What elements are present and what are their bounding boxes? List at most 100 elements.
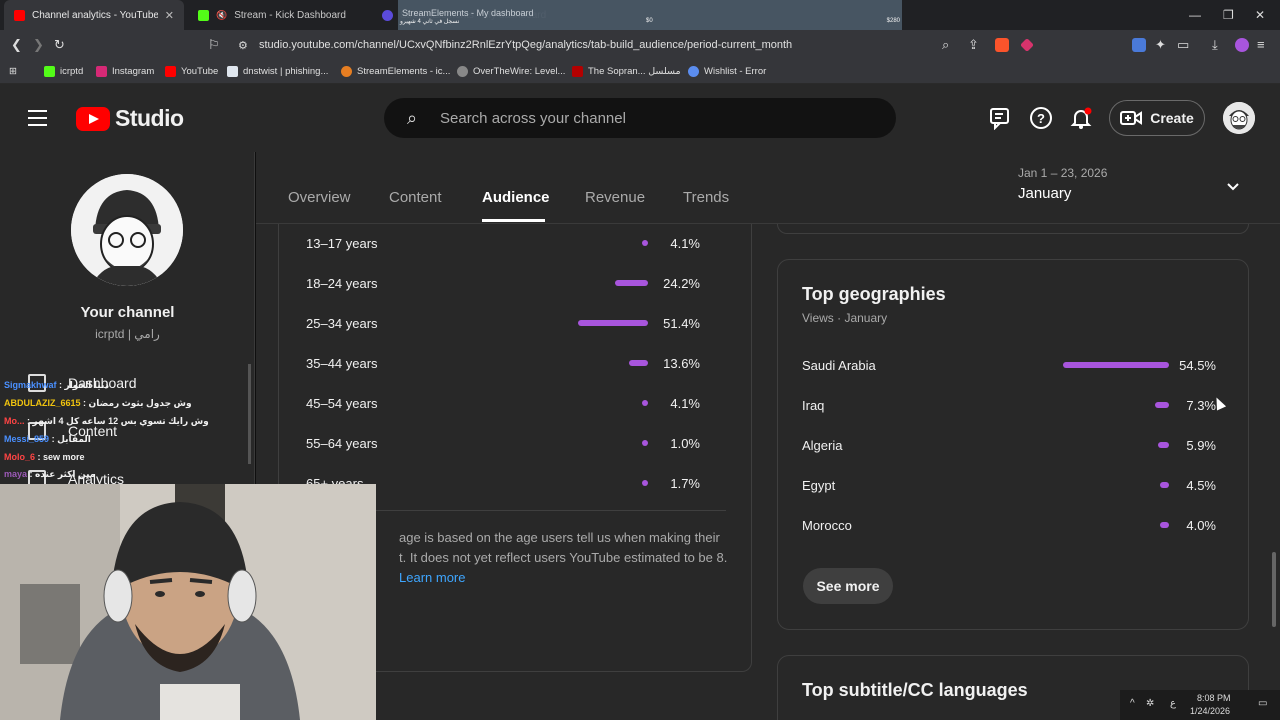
mute-icon[interactable]: 🔇 [216, 10, 227, 21]
back-icon[interactable]: ❮ [11, 37, 22, 53]
age-bar [642, 480, 648, 486]
hamburger-menu-icon[interactable] [28, 110, 47, 126]
chat-text: : المقابل [51, 434, 91, 444]
bookmark-item[interactable]: Instagram [96, 66, 154, 77]
share-icon[interactable]: ⇪ [968, 37, 979, 53]
site-info-icon[interactable]: ⚙ [238, 39, 248, 52]
close-icon[interactable]: ✕ [165, 9, 174, 22]
language-indicator[interactable]: ع [1170, 698, 1176, 709]
age-row: 55–64 years 1.0% [306, 434, 726, 454]
tab-revenue[interactable]: Revenue [585, 189, 645, 206]
brave-shield-icon[interactable] [995, 38, 1009, 52]
youtube-play-icon [76, 106, 110, 131]
age-percentage: 51.4% [663, 316, 700, 331]
age-row: 18–24 years 24.2% [306, 274, 726, 294]
age-note-text: age is based on the age users tell us wh… [399, 530, 728, 565]
webcam-feed [0, 484, 376, 720]
reload-icon[interactable]: ↻ [54, 37, 65, 53]
close-window-icon[interactable]: ✕ [1255, 8, 1265, 22]
forward-icon[interactable]: ❯ [33, 37, 44, 53]
chat-message: Mo... : وش رايك تسوي بس 12 ساعه كل 4 اشه… [4, 416, 209, 427]
search-input[interactable]: Search across your channel [440, 110, 626, 127]
sidebar-icon[interactable]: ▭ [1177, 37, 1189, 53]
brave-rewards-icon[interactable] [1020, 38, 1034, 52]
tab-content[interactable]: Content [389, 189, 442, 206]
feedback-icon[interactable] [989, 106, 1013, 130]
clock-date[interactable]: 1/24/2026 [1190, 706, 1230, 716]
search-bar[interactable]: ⌕ Search across your channel [384, 98, 896, 138]
main-scrollbar[interactable] [1272, 552, 1276, 627]
tab-overview[interactable]: Overview [288, 189, 351, 206]
geography-bar [1160, 522, 1169, 528]
chat-user: Messi_859 [4, 434, 50, 444]
download-icon[interactable]: ⤓ [1212, 37, 1218, 53]
channel-avatar[interactable] [71, 174, 183, 286]
main-content: Overview Content Audience Revenue Trends… [256, 152, 1280, 720]
address-bar-row: ❮ ❯ ↻ ⚐ ⚙ studio.youtube.com/channel/UCx… [0, 30, 1280, 60]
tray-chevron-up-icon[interactable]: ^ [1130, 698, 1135, 709]
geography-bar [1155, 402, 1169, 408]
notification-center-icon[interactable]: ▭ [1258, 698, 1267, 709]
extension-icon[interactable] [1132, 38, 1146, 52]
age-percentage: 13.6% [663, 356, 700, 371]
minimize-icon[interactable]: — [1189, 8, 1201, 22]
chat-text: : مين اكثر عنده [29, 469, 96, 479]
age-bar [642, 240, 648, 246]
account-avatar[interactable] [1223, 102, 1255, 134]
create-button[interactable]: Create [1109, 100, 1205, 136]
studio-logo[interactable]: Studio [76, 105, 184, 132]
bookmark-icon[interactable]: ⚐ [208, 37, 220, 53]
card-title: Top subtitle/CC languages [802, 680, 1028, 700]
tab-trends[interactable]: Trends [683, 189, 729, 206]
bookmark-item[interactable]: icrptd [44, 66, 83, 77]
chat-text: : وش جدول بثوث رمضان [83, 398, 192, 408]
chat-user: Molo_6 [4, 452, 36, 462]
settings-tray-icon[interactable]: ✲ [1146, 698, 1154, 709]
bookmark-item[interactable]: Wishlist - Error [688, 66, 766, 77]
browser-tab-youtube-studio[interactable]: Channel analytics - YouTube Stu ✕ [4, 0, 184, 30]
url-input[interactable]: studio.youtube.com/channel/UCxvQNfbinz2R… [259, 39, 792, 51]
notifications-icon[interactable] [1069, 106, 1093, 130]
browser-tab-kick[interactable]: 🔇 Stream - Kick Dashboard [188, 0, 368, 30]
create-label: Create [1150, 110, 1194, 126]
chat-message: ABDULAZIZ_6615 : وش جدول بثوث رمضان [4, 398, 192, 409]
maximize-icon[interactable]: ❐ [1223, 8, 1234, 22]
help-icon[interactable]: ? [1029, 106, 1053, 130]
learn-more-link[interactable]: Learn more [399, 570, 465, 585]
bookmark-item[interactable]: dnstwist | phishing... [227, 66, 328, 77]
sidebar-scrollbar[interactable] [248, 364, 251, 464]
card-subtitle: Views · January [802, 311, 888, 325]
clock-time[interactable]: 8:08 PM [1197, 693, 1231, 703]
chevron-down-icon[interactable] [1226, 180, 1240, 194]
bookmark-item[interactable]: StreamElements - ic... [341, 66, 450, 77]
svg-text:?: ? [1037, 111, 1045, 126]
country-label: Saudi Arabia [802, 358, 876, 373]
age-row: 13–17 years 4.1% [306, 234, 726, 254]
kick-icon [198, 9, 209, 21]
geography-row: Saudi Arabia 54.5% [802, 356, 1222, 376]
age-percentage: 1.0% [670, 436, 700, 451]
menu-icon[interactable]: ≡ [1257, 37, 1265, 52]
date-range[interactable]: Jan 1 – 23, 2026 [1018, 166, 1107, 180]
logo-text: Studio [115, 105, 184, 131]
apps-icon[interactable]: ⊞ [9, 66, 17, 77]
profile-icon[interactable] [1235, 38, 1249, 52]
chat-message: Sigmakhwaf : دنيا الحوار [4, 380, 109, 391]
tab-audience[interactable]: Audience [482, 189, 550, 206]
bookmark-item[interactable]: YouTube [165, 66, 218, 77]
streamelements-icon [341, 66, 352, 77]
tv-site-icon [572, 66, 583, 77]
age-bar [642, 440, 648, 446]
bookmark-item[interactable]: OverTheWire: Level... [457, 66, 565, 77]
bookmark-item[interactable]: The Sopran... مسلسل [572, 66, 681, 77]
channel-title: Your channel [80, 304, 175, 321]
zoom-icon[interactable]: ⌕ [942, 37, 949, 53]
streamelements-icon [382, 9, 393, 21]
see-more-button[interactable]: See more [803, 568, 893, 604]
bookmark-label: icrptd [60, 66, 84, 77]
channel-handle: icrptd | رامي [95, 327, 160, 341]
age-bar [629, 360, 648, 366]
extensions-icon[interactable]: ✦ [1155, 37, 1166, 53]
bookmark-label: OverTheWire: Level... [473, 66, 566, 77]
period-selector[interactable]: January [1018, 185, 1071, 202]
